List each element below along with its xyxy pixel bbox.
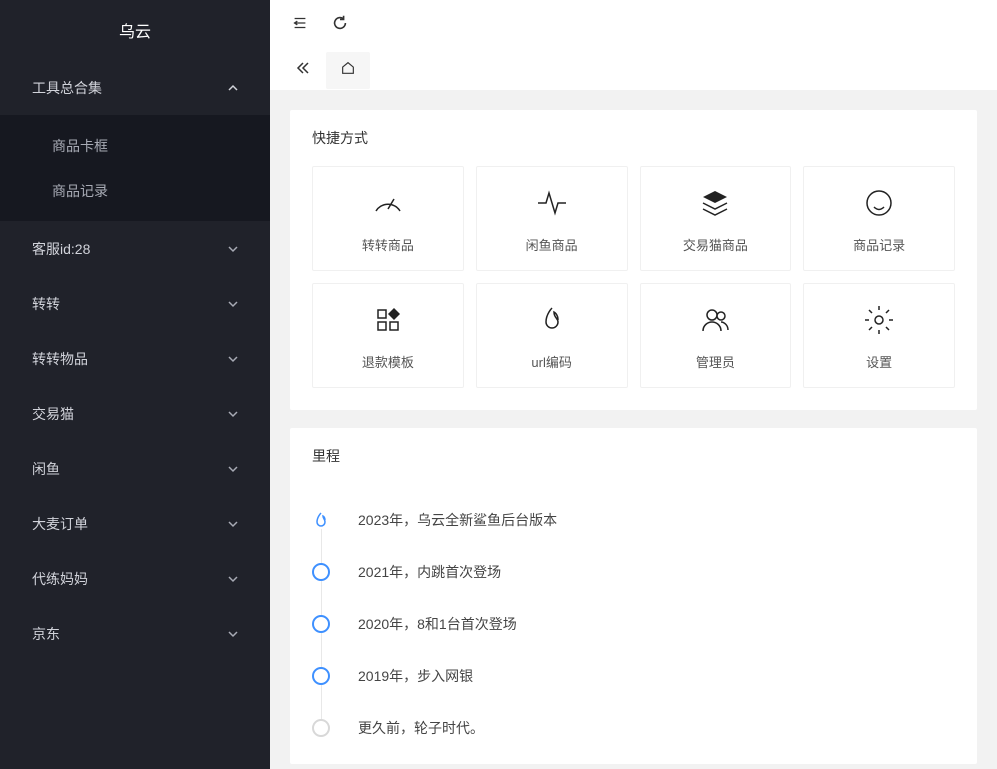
gauge-icon	[370, 185, 406, 221]
content: 快捷方式 转转商品 闲鱼商品	[270, 90, 997, 769]
sidebar-subitem-label: 商品卡框	[52, 136, 108, 156]
circle-icon	[312, 563, 330, 581]
sidebar-item-damai[interactable]: 大麦订单	[0, 496, 270, 551]
timeline-item: 2020年，8和1台首次登场	[312, 598, 955, 650]
sidebar-item-label: 工具总合集	[32, 78, 102, 98]
sidebar-item-zhuanzhuan-items[interactable]: 转转物品	[0, 331, 270, 386]
circle-icon	[312, 719, 330, 737]
collapse-sidebar-button[interactable]	[290, 15, 310, 35]
shortcut-label: url编码	[531, 352, 571, 371]
chevron-down-icon	[228, 409, 238, 419]
timeline-text: 2020年，8和1台首次登场	[358, 614, 517, 634]
menu-collapse-icon	[291, 14, 309, 37]
shortcut-label: 退款模板	[362, 352, 414, 371]
shortcut-label: 设置	[866, 352, 892, 371]
sidebar-item-label: 大麦订单	[32, 514, 88, 534]
sidebar: 乌云 工具总合集 商品卡框 商品记录 客服id:28 转转 转转物品	[0, 0, 270, 769]
sidebar-item-tools[interactable]: 工具总合集	[0, 60, 270, 115]
shortcut-label: 闲鱼商品	[526, 235, 578, 254]
shortcuts-title: 快捷方式	[290, 110, 977, 166]
sidebar-item-jd[interactable]: 京东	[0, 606, 270, 661]
sidebar-item-label: 客服id:28	[32, 239, 90, 259]
shortcut-jiaoyimao-products[interactable]: 交易猫商品	[640, 166, 792, 271]
chevron-down-icon	[228, 574, 238, 584]
users-icon	[697, 302, 733, 338]
chevron-down-icon	[228, 244, 238, 254]
timeline-text: 2021年，内跳首次登场	[358, 562, 501, 582]
smile-icon	[861, 185, 897, 221]
topbar	[270, 0, 997, 50]
sidebar-subitem-product-record[interactable]: 商品记录	[0, 168, 270, 213]
chevron-up-icon	[228, 83, 238, 93]
timeline-item: 2023年，乌云全新鲨鱼后台版本	[312, 494, 955, 546]
refresh-button[interactable]	[330, 15, 350, 35]
timeline-item: 更久前，轮子时代。	[312, 702, 955, 754]
tabbar	[270, 50, 997, 90]
chevron-down-icon	[228, 299, 238, 309]
shortcut-url-encode[interactable]: url编码	[476, 283, 628, 388]
activity-icon	[534, 185, 570, 221]
timeline-card: 里程 2023年，乌云全新鲨鱼后台版本 2021年，内跳首次登场	[290, 428, 977, 764]
flame-icon	[534, 302, 570, 338]
timeline-text: 2023年，乌云全新鲨鱼后台版本	[358, 510, 557, 530]
sidebar-subitem-label: 商品记录	[52, 181, 108, 201]
sidebar-item-jiaoyimao[interactable]: 交易猫	[0, 386, 270, 441]
sidebar-menu: 工具总合集 商品卡框 商品记录 客服id:28 转转 转转物品 交	[0, 60, 270, 661]
timeline-text: 2019年，步入网银	[358, 666, 473, 686]
sidebar-item-customer-service[interactable]: 客服id:28	[0, 221, 270, 276]
sidebar-item-label: 交易猫	[32, 404, 74, 424]
sidebar-item-label: 京东	[32, 624, 60, 644]
main: 快捷方式 转转商品 闲鱼商品	[270, 0, 997, 769]
timeline-text: 更久前，轮子时代。	[358, 718, 484, 738]
shortcut-zhuanzhuan-products[interactable]: 转转商品	[312, 166, 464, 271]
shortcut-label: 交易猫商品	[683, 235, 748, 254]
sidebar-item-label: 转转	[32, 294, 60, 314]
sidebar-item-label: 闲鱼	[32, 459, 60, 479]
sidebar-item-dailian[interactable]: 代练妈妈	[0, 551, 270, 606]
shortcuts-grid: 转转商品 闲鱼商品 交易猫商品	[290, 166, 977, 410]
sidebar-submenu-tools: 商品卡框 商品记录	[0, 115, 270, 221]
chevron-down-icon	[228, 629, 238, 639]
circle-icon	[312, 615, 330, 633]
chevron-down-icon	[228, 464, 238, 474]
layers-icon	[697, 185, 733, 221]
circle-icon	[312, 667, 330, 685]
timeline-title: 里程	[290, 428, 977, 484]
gear-icon	[861, 302, 897, 338]
shortcut-xianyu-products[interactable]: 闲鱼商品	[476, 166, 628, 271]
footer-version: 7.1版	[290, 764, 977, 769]
chevron-down-icon	[228, 354, 238, 364]
refresh-icon	[331, 14, 349, 37]
sidebar-item-xianyu[interactable]: 闲鱼	[0, 441, 270, 496]
home-icon	[340, 60, 356, 81]
apps-icon	[370, 302, 406, 338]
shortcut-label: 转转商品	[362, 235, 414, 254]
tab-prev-button[interactable]	[286, 55, 320, 86]
sidebar-subitem-card-frame[interactable]: 商品卡框	[0, 123, 270, 168]
shortcut-refund-template[interactable]: 退款模板	[312, 283, 464, 388]
flame-icon	[312, 511, 330, 529]
shortcut-product-record[interactable]: 商品记录	[803, 166, 955, 271]
chevron-down-icon	[228, 519, 238, 529]
chevrons-left-icon	[296, 62, 310, 79]
shortcut-label: 管理员	[696, 352, 735, 371]
sidebar-item-label: 转转物品	[32, 349, 88, 369]
timeline-body: 2023年，乌云全新鲨鱼后台版本 2021年，内跳首次登场 2020年，8和1台…	[290, 484, 977, 754]
shortcut-admin[interactable]: 管理员	[640, 283, 792, 388]
sidebar-item-label: 代练妈妈	[32, 569, 88, 589]
sidebar-item-zhuanzhuan[interactable]: 转转	[0, 276, 270, 331]
timeline-item: 2019年，步入网银	[312, 650, 955, 702]
logo: 乌云	[0, 0, 270, 60]
shortcut-settings[interactable]: 设置	[803, 283, 955, 388]
shortcuts-card: 快捷方式 转转商品 闲鱼商品	[290, 110, 977, 410]
tab-home[interactable]	[326, 52, 370, 89]
shortcut-label: 商品记录	[853, 235, 905, 254]
timeline-item: 2021年，内跳首次登场	[312, 546, 955, 598]
